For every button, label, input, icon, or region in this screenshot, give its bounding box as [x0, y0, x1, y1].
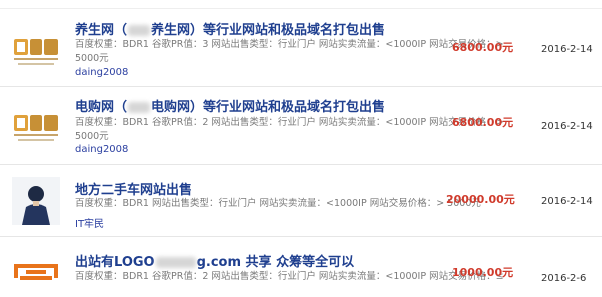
price-value: 6800.00元: [452, 116, 514, 129]
listing-date: 2016-2-14: [541, 196, 593, 207]
listing-item: 养生网（ 养生网）等行业网站和极品域名打包出售 百度权重：BDR1 谷歌PR值：3…: [0, 9, 602, 87]
listing-date: 2016-2-14: [541, 121, 593, 132]
domain-logo-icon[interactable]: [12, 27, 60, 75]
domain-logo-icon[interactable]: [12, 103, 60, 151]
listing-item: 出站有LOGO g.com 共享 众筹等全可以 百度权重：BDR1 谷歌PR值：2…: [0, 237, 602, 297]
seller-link[interactable]: IT牢民: [75, 215, 104, 230]
user-avatar-icon[interactable]: [12, 177, 60, 225]
price-value: 1000.00元: [452, 266, 514, 279]
listing-details: 百度权重：BDR1 谷歌PR值：2 网站出售类型：行业门户 网站实卖流量：<10…: [75, 271, 504, 282]
price-value: 20000.00元: [446, 193, 515, 206]
redacted-text: [128, 102, 151, 113]
redacted-text: [128, 25, 151, 36]
listing-title[interactable]: 养生网（ 养生网）等行业网站和极品域名打包出售: [75, 19, 385, 38]
listing-item: 电购网（ 电购网）等行业网站和极品域名打包出售 百度权重：BDR1 谷歌PR值：2…: [0, 87, 602, 165]
listing-title[interactable]: 出站有LOGO g.com 共享 众筹等全可以: [75, 251, 354, 270]
listing-details: 百度权重：BDR1 谷歌PR值：3 网站出售类型：行业门户 网站实卖流量：<10…: [75, 39, 504, 64]
listing-item: 地方二手车网站出售 百度权重：BDR1 网站出售类型：行业门户 网站实卖流量：<…: [0, 165, 602, 237]
listing-details: 百度权重：BDR1 网站出售类型：行业门户 网站实卖流量：<1000IP 网站交…: [75, 198, 481, 209]
listing-title[interactable]: 电购网（ 电购网）等行业网站和极品域名打包出售: [75, 96, 385, 115]
listing-date: 2016-2-14: [541, 44, 593, 55]
listing-date: 2016-2-6: [541, 273, 587, 284]
listing-title[interactable]: 地方二手车网站出售: [75, 179, 192, 198]
seller-link[interactable]: daing2008: [75, 67, 128, 78]
brand-logo-icon[interactable]: [12, 256, 60, 296]
seller-link[interactable]: daing2008: [75, 144, 128, 155]
listing-details: 百度权重：BDR1 谷歌PR值：2 网站出售类型：行业门户 网站实卖流量：<10…: [75, 117, 504, 142]
price-value: 6800.00元: [452, 41, 514, 54]
redacted-text: [155, 257, 196, 268]
